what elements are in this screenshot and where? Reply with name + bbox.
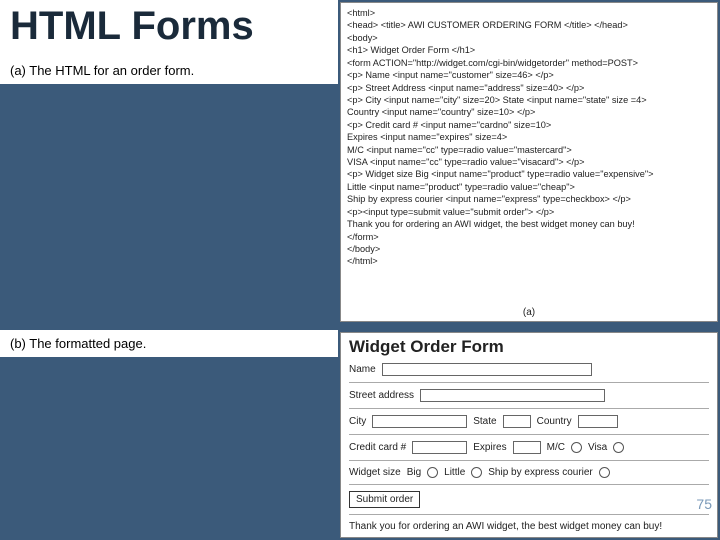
code-line: Country <input name="country" size=10> <… [347,106,711,118]
label-state: State [473,416,496,427]
code-line: Little <input name="product" type=radio … [347,181,711,193]
checkbox-express[interactable] [599,467,610,478]
divider [349,460,709,461]
input-state[interactable] [503,415,531,428]
code-line: <h1> Widget Order Form </h1> [347,44,711,56]
thanks-text: Thank you for ordering an AWI widget, th… [349,521,662,532]
code-line: Ship by express courier <input name="exp… [347,193,711,205]
code-line: <body> [347,32,711,44]
label-expires: Expires [473,442,506,453]
caption-b: (b) The formatted page. [0,330,338,357]
caption-a: (a) The HTML for an order form. [0,57,338,84]
divider [349,434,709,435]
code-line: </html> [347,255,711,267]
input-expires[interactable] [513,441,541,454]
code-line: <form ACTION="http://widget.com/cgi-bin/… [347,57,711,69]
radio-mastercard[interactable] [571,442,582,453]
code-line: <p> Street Address <input name="address"… [347,82,711,94]
submit-button[interactable]: Submit order [349,491,420,508]
code-line: <html> [347,7,711,19]
radio-big[interactable] [427,467,438,478]
code-line: </form> [347,231,711,243]
label-little: Little [444,467,465,478]
label-street: Street address [349,390,414,401]
label-ship: Ship by express courier [488,467,593,478]
input-city[interactable] [372,415,467,428]
code-line: <p><input type=submit value="submit orde… [347,206,711,218]
code-line: </body> [347,243,711,255]
code-line: <p> Credit card # <input name="cardno" s… [347,119,711,131]
code-line: M/C <input name="cc" type=radio value="m… [347,144,711,156]
figure-label-a: (a) [523,306,535,320]
code-line: Expires <input name="expires" size=4> [347,131,711,143]
input-cardno[interactable] [412,441,467,454]
radio-little[interactable] [471,467,482,478]
code-line: <p> Widget size Big <input name="product… [347,168,711,180]
page-number: 75 [696,496,712,512]
rendered-form-box: Widget Order Form Name Street address Ci… [340,332,718,538]
label-creditcard: Credit card # [349,442,406,453]
input-country[interactable] [578,415,618,428]
slide-title: HTML Forms [0,0,338,57]
code-line: Thank you for ordering an AWI widget, th… [347,218,711,230]
divider [349,382,709,383]
input-name[interactable] [382,363,592,376]
code-line: <p> City <input name="city" size=20> Sta… [347,94,711,106]
divider [349,514,709,515]
divider [349,408,709,409]
code-line: <p> Name <input name="customer" size=46>… [347,69,711,81]
html-source-box: <html> <head> <title> AWI CUSTOMER ORDER… [340,2,718,322]
form-heading: Widget Order Form [349,337,709,357]
label-visa: Visa [588,442,607,453]
code-line: VISA <input name="cc" type=radio value="… [347,156,711,168]
label-big: Big [407,467,421,478]
divider [349,484,709,485]
label-widget-size: Widget size [349,467,401,478]
label-name: Name [349,364,376,375]
code-line: <head> <title> AWI CUSTOMER ORDERING FOR… [347,19,711,31]
input-street[interactable] [420,389,605,402]
radio-visa[interactable] [613,442,624,453]
label-city: City [349,416,366,427]
label-country: Country [537,416,572,427]
label-mc: M/C [547,442,565,453]
